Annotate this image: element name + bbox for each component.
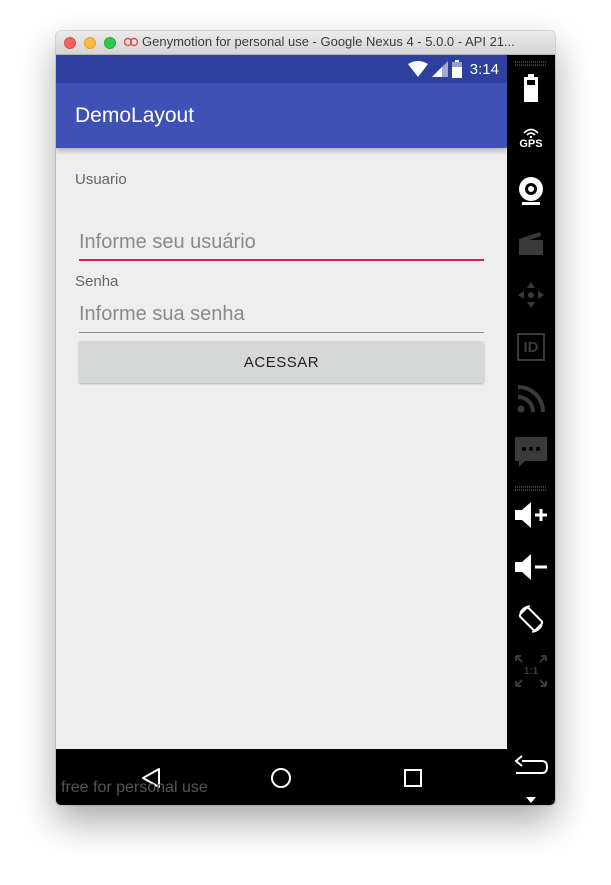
- gps-signal-icon: [523, 128, 539, 138]
- close-window-button[interactable]: [64, 37, 76, 49]
- home-nav-button[interactable]: [266, 763, 296, 793]
- battery-icon: [451, 60, 462, 78]
- app-toolbar: DemoLayout: [56, 83, 507, 148]
- sidebar-grip-top: [515, 61, 547, 66]
- rotate-button[interactable]: [514, 602, 548, 636]
- volume-up-icon: [515, 502, 547, 528]
- home-circle-icon: [271, 768, 291, 788]
- usuario-underline: [79, 259, 484, 261]
- genymotion-logo-icon: [124, 37, 138, 46]
- usuario-label: Usuario: [75, 171, 127, 188]
- sms-tool-button[interactable]: [514, 435, 548, 469]
- sidebar-grip-middle: [515, 486, 547, 491]
- window-titlebar: Genymotion for personal use - Google Nex…: [56, 31, 555, 55]
- gps-label: GPS: [519, 138, 543, 150]
- rotate-device-icon: [518, 605, 544, 633]
- window-title: Genymotion for personal use - Google Nex…: [124, 34, 548, 49]
- remote-control-tool-button[interactable]: [514, 278, 548, 312]
- genymotion-sidebar: GPS ID 1:1: [507, 55, 555, 805]
- senha-field-wrapper: [79, 297, 484, 333]
- android-status-bar: 3:14: [56, 55, 507, 83]
- webcam-icon: [519, 177, 543, 205]
- network-tool-button[interactable]: [514, 382, 548, 416]
- cell-signal-icon: [431, 61, 448, 77]
- volume-down-icon: [515, 554, 547, 580]
- dpad-icon: [518, 282, 544, 308]
- rss-icon: [517, 385, 545, 413]
- recents-square-icon: [404, 769, 422, 787]
- message-icon: [515, 437, 547, 467]
- volume-down-button[interactable]: [514, 550, 548, 584]
- screencast-tool-button[interactable]: [514, 226, 548, 260]
- usuario-input[interactable]: [79, 225, 484, 259]
- gps-tool-button[interactable]: GPS: [514, 122, 548, 156]
- maximize-window-button[interactable]: [104, 37, 116, 49]
- senha-underline: [79, 332, 484, 333]
- webcam-tool-button[interactable]: [514, 174, 548, 208]
- return-arrow-icon: [514, 755, 548, 774]
- volume-up-button[interactable]: [514, 498, 548, 532]
- android-navigation-bar: free for personal use: [56, 749, 507, 805]
- sidebar-more-icon[interactable]: [526, 797, 536, 803]
- senha-input[interactable]: [79, 297, 484, 331]
- minimize-window-button[interactable]: [84, 37, 96, 49]
- scale-label: 1:1: [523, 665, 539, 677]
- battery-tool-button[interactable]: [514, 71, 548, 105]
- battery-tool-icon: [524, 74, 538, 102]
- app-title: DemoLayout: [75, 104, 195, 127]
- window-title-text: Genymotion for personal use - Google Nex…: [142, 34, 515, 49]
- acessar-button[interactable]: ACESSAR: [79, 341, 484, 383]
- return-button[interactable]: [514, 750, 548, 784]
- clapperboard-icon: [519, 232, 543, 255]
- personal-use-watermark: free for personal use: [61, 779, 208, 796]
- device-id-tool-button[interactable]: ID: [514, 330, 548, 364]
- status-time: 3:14: [469, 60, 499, 78]
- id-label: ID: [523, 338, 539, 356]
- senha-label: Senha: [75, 273, 119, 290]
- recents-nav-button[interactable]: [398, 763, 428, 793]
- usuario-field-wrapper: [79, 225, 484, 261]
- id-card-icon: ID: [517, 333, 545, 361]
- pixel-perfect-button[interactable]: 1:1: [514, 654, 548, 688]
- wifi-icon: [407, 61, 428, 77]
- device-screen: 3:14 DemoLayout Usuario Senha ACESSAR: [56, 55, 507, 805]
- genymotion-window: Genymotion for personal use - Google Nex…: [56, 31, 555, 805]
